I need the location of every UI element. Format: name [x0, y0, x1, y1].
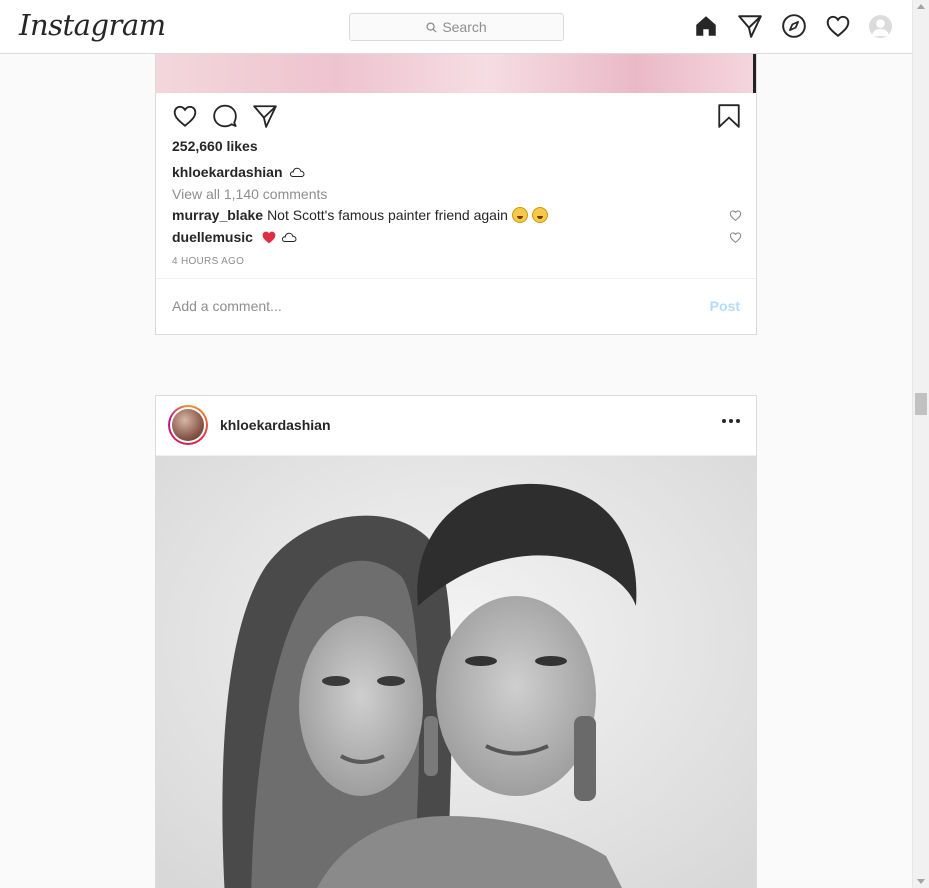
view-all-comments-link[interactable]: View all 1,140 comments [172, 186, 327, 202]
page-scrollbar[interactable] [912, 0, 929, 888]
comment-icon[interactable] [212, 103, 238, 129]
avatar-photo [172, 409, 204, 441]
post-image[interactable] [156, 456, 756, 888]
scroll-up-arrow[interactable] [917, 4, 925, 9]
user-avatar[interactable] [168, 405, 208, 445]
post-username[interactable]: khloekardashian [220, 417, 331, 433]
cloud-emoji-icon [289, 167, 305, 177]
laughing-emoji-icon [531, 207, 548, 223]
comment-row: duellemusic [172, 229, 742, 245]
bookmark-icon [718, 104, 740, 128]
feed-post-1: 252,660 likes khloekardashian View all 1… [155, 20, 757, 335]
avatar-placeholder-icon [871, 18, 890, 36]
scroll-down-arrow[interactable] [917, 879, 925, 884]
comment-like-heart-icon[interactable] [729, 209, 742, 222]
post-actions [172, 103, 278, 129]
comment-text: Not Scott's famous painter friend again [267, 207, 508, 223]
save-bookmark-button[interactable] [716, 103, 742, 129]
comment-like-heart-icon[interactable] [729, 231, 742, 244]
comment-username[interactable]: duellemusic [172, 229, 253, 245]
add-comment-input[interactable]: Add a comment... [172, 298, 282, 314]
portrait-photo [156, 456, 756, 888]
likes-count[interactable]: 252,660 likes [172, 138, 258, 154]
feed-post-2: khloekardashian [155, 395, 757, 888]
post-timestamp[interactable]: 4 HOURS AGO [172, 256, 244, 267]
more-options-icon[interactable] [722, 419, 740, 423]
like-heart-icon[interactable] [172, 103, 198, 129]
activity-heart-icon[interactable] [825, 13, 851, 39]
add-comment-section: Add a comment... Post [156, 278, 756, 334]
explore-icon[interactable] [781, 13, 807, 39]
post-header: khloekardashian [156, 396, 756, 456]
top-nav-bar: Instagram Search [0, 0, 912, 54]
home-icon[interactable] [693, 13, 719, 39]
comment-username[interactable]: murray_blake [172, 207, 263, 223]
direct-icon[interactable] [737, 13, 763, 39]
comment-row: murray_blake Not Scott's famous painter … [172, 207, 742, 223]
search-input[interactable]: Search [349, 13, 564, 41]
scrollbar-thumb[interactable] [915, 393, 927, 415]
caption-username[interactable]: khloekardashian [172, 164, 283, 180]
search-icon [426, 21, 437, 33]
post-comment-button[interactable]: Post [710, 298, 740, 314]
nav-icons [693, 13, 892, 39]
post-caption: khloekardashian [172, 164, 305, 180]
cloud-emoji-icon [281, 232, 297, 242]
instagram-logo[interactable]: Instagram [19, 8, 166, 42]
profile-avatar[interactable] [869, 14, 892, 38]
share-icon[interactable] [252, 103, 278, 129]
laughing-emoji-icon [511, 207, 528, 223]
search-placeholder: Search [442, 19, 487, 35]
red-heart-emoji-icon [262, 231, 276, 244]
